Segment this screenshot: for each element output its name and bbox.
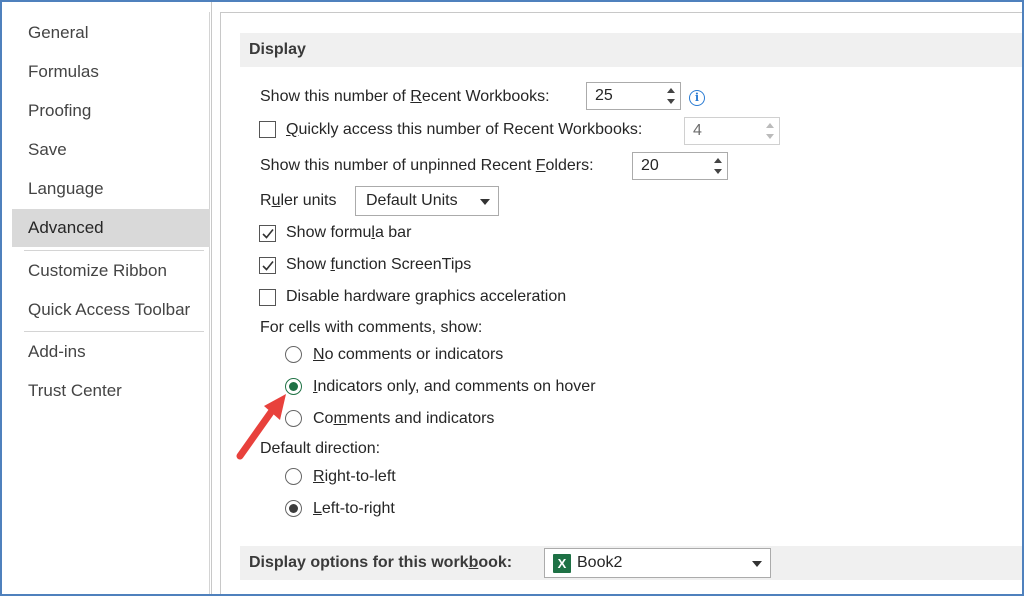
nav-item-formulas[interactable]: Formulas <box>12 53 210 91</box>
indicators-only-label: Indicators only, and comments on hover <box>313 378 596 395</box>
section-header-display: Display <box>240 33 1022 67</box>
chevron-down-icon <box>480 199 490 205</box>
nav-separator <box>24 250 204 251</box>
spin-down-icon[interactable] <box>667 99 675 104</box>
options-nav: General Formulas Proofing Save Language … <box>12 12 210 596</box>
show-formula-bar-checkbox[interactable] <box>259 225 276 242</box>
nav-item-proofing[interactable]: Proofing <box>12 92 210 130</box>
recent-folders-label: Show this number of unpinned Recent Fold… <box>260 157 594 174</box>
red-arrow-annotation <box>236 394 286 460</box>
nav-item-customize-ribbon[interactable]: Customize Ribbon <box>12 252 210 290</box>
spin-up-icon[interactable] <box>766 123 774 128</box>
right-to-left-label: Right-to-left <box>313 468 396 485</box>
nav-item-general[interactable]: General <box>12 14 210 52</box>
spin-up-icon[interactable] <box>714 158 722 163</box>
spinner-arrows[interactable] <box>711 155 725 177</box>
recent-folders-value: 20 <box>641 157 659 174</box>
comments-and-indicators-label: Comments and indicators <box>313 410 495 427</box>
spinner-arrows[interactable] <box>763 120 777 142</box>
recent-workbooks-spinner[interactable]: 25 <box>586 82 681 110</box>
radio-right-to-left[interactable] <box>285 468 302 485</box>
nav-item-quick-access-toolbar[interactable]: Quick Access Toolbar <box>12 291 210 329</box>
spinner-arrows[interactable] <box>664 85 678 107</box>
ruler-units-dropdown[interactable]: Default Units <box>355 186 499 216</box>
radio-left-to-right[interactable] <box>285 500 302 517</box>
spin-up-icon[interactable] <box>667 88 675 93</box>
workbook-dropdown[interactable]: X Book2 <box>544 548 771 578</box>
recent-workbooks-value: 25 <box>595 87 613 104</box>
comments-heading: For cells with comments, show: <box>260 319 483 336</box>
info-icon[interactable]: i <box>689 90 705 106</box>
disable-hw-accel-label: Disable hardware graphics acceleration <box>286 288 567 305</box>
workbook-value: Book2 <box>577 554 623 571</box>
quick-access-label: Quickly access this number of Recent Wor… <box>286 121 643 138</box>
left-to-right-label: Left-to-right <box>313 500 395 517</box>
show-formula-bar-label: Show formula bar <box>286 224 412 241</box>
excel-icon: X <box>553 554 571 573</box>
quick-access-checkbox[interactable] <box>259 121 276 138</box>
show-screentips-label: Show function ScreenTips <box>286 256 472 273</box>
no-comments-label: No comments or indicators <box>313 346 504 363</box>
check-icon <box>262 260 274 271</box>
recent-folders-spinner[interactable]: 20 <box>632 152 728 180</box>
chevron-down-icon <box>752 561 762 567</box>
nav-item-save[interactable]: Save <box>12 131 210 169</box>
ruler-units-label: Ruler units <box>260 192 337 209</box>
quick-access-spinner[interactable]: 4 <box>684 117 780 145</box>
nav-item-advanced[interactable]: Advanced <box>12 209 210 247</box>
radio-dot <box>289 382 298 391</box>
pane-gap <box>211 0 220 596</box>
nav-separator <box>24 331 204 332</box>
ruler-units-value: Default Units <box>366 192 458 209</box>
radio-dot <box>289 504 298 513</box>
nav-item-trust-center[interactable]: Trust Center <box>12 372 210 410</box>
disable-hw-accel-checkbox[interactable] <box>259 289 276 306</box>
nav-item-add-ins[interactable]: Add-ins <box>12 333 210 371</box>
check-icon <box>262 228 274 239</box>
spin-down-icon[interactable] <box>714 169 722 174</box>
show-screentips-checkbox[interactable] <box>259 257 276 274</box>
radio-no-comments[interactable] <box>285 346 302 363</box>
quick-access-value: 4 <box>693 122 702 139</box>
recent-workbooks-label: Show this number of Recent Workbooks: <box>260 88 550 105</box>
nav-item-language[interactable]: Language <box>12 170 210 208</box>
spin-down-icon[interactable] <box>766 134 774 139</box>
